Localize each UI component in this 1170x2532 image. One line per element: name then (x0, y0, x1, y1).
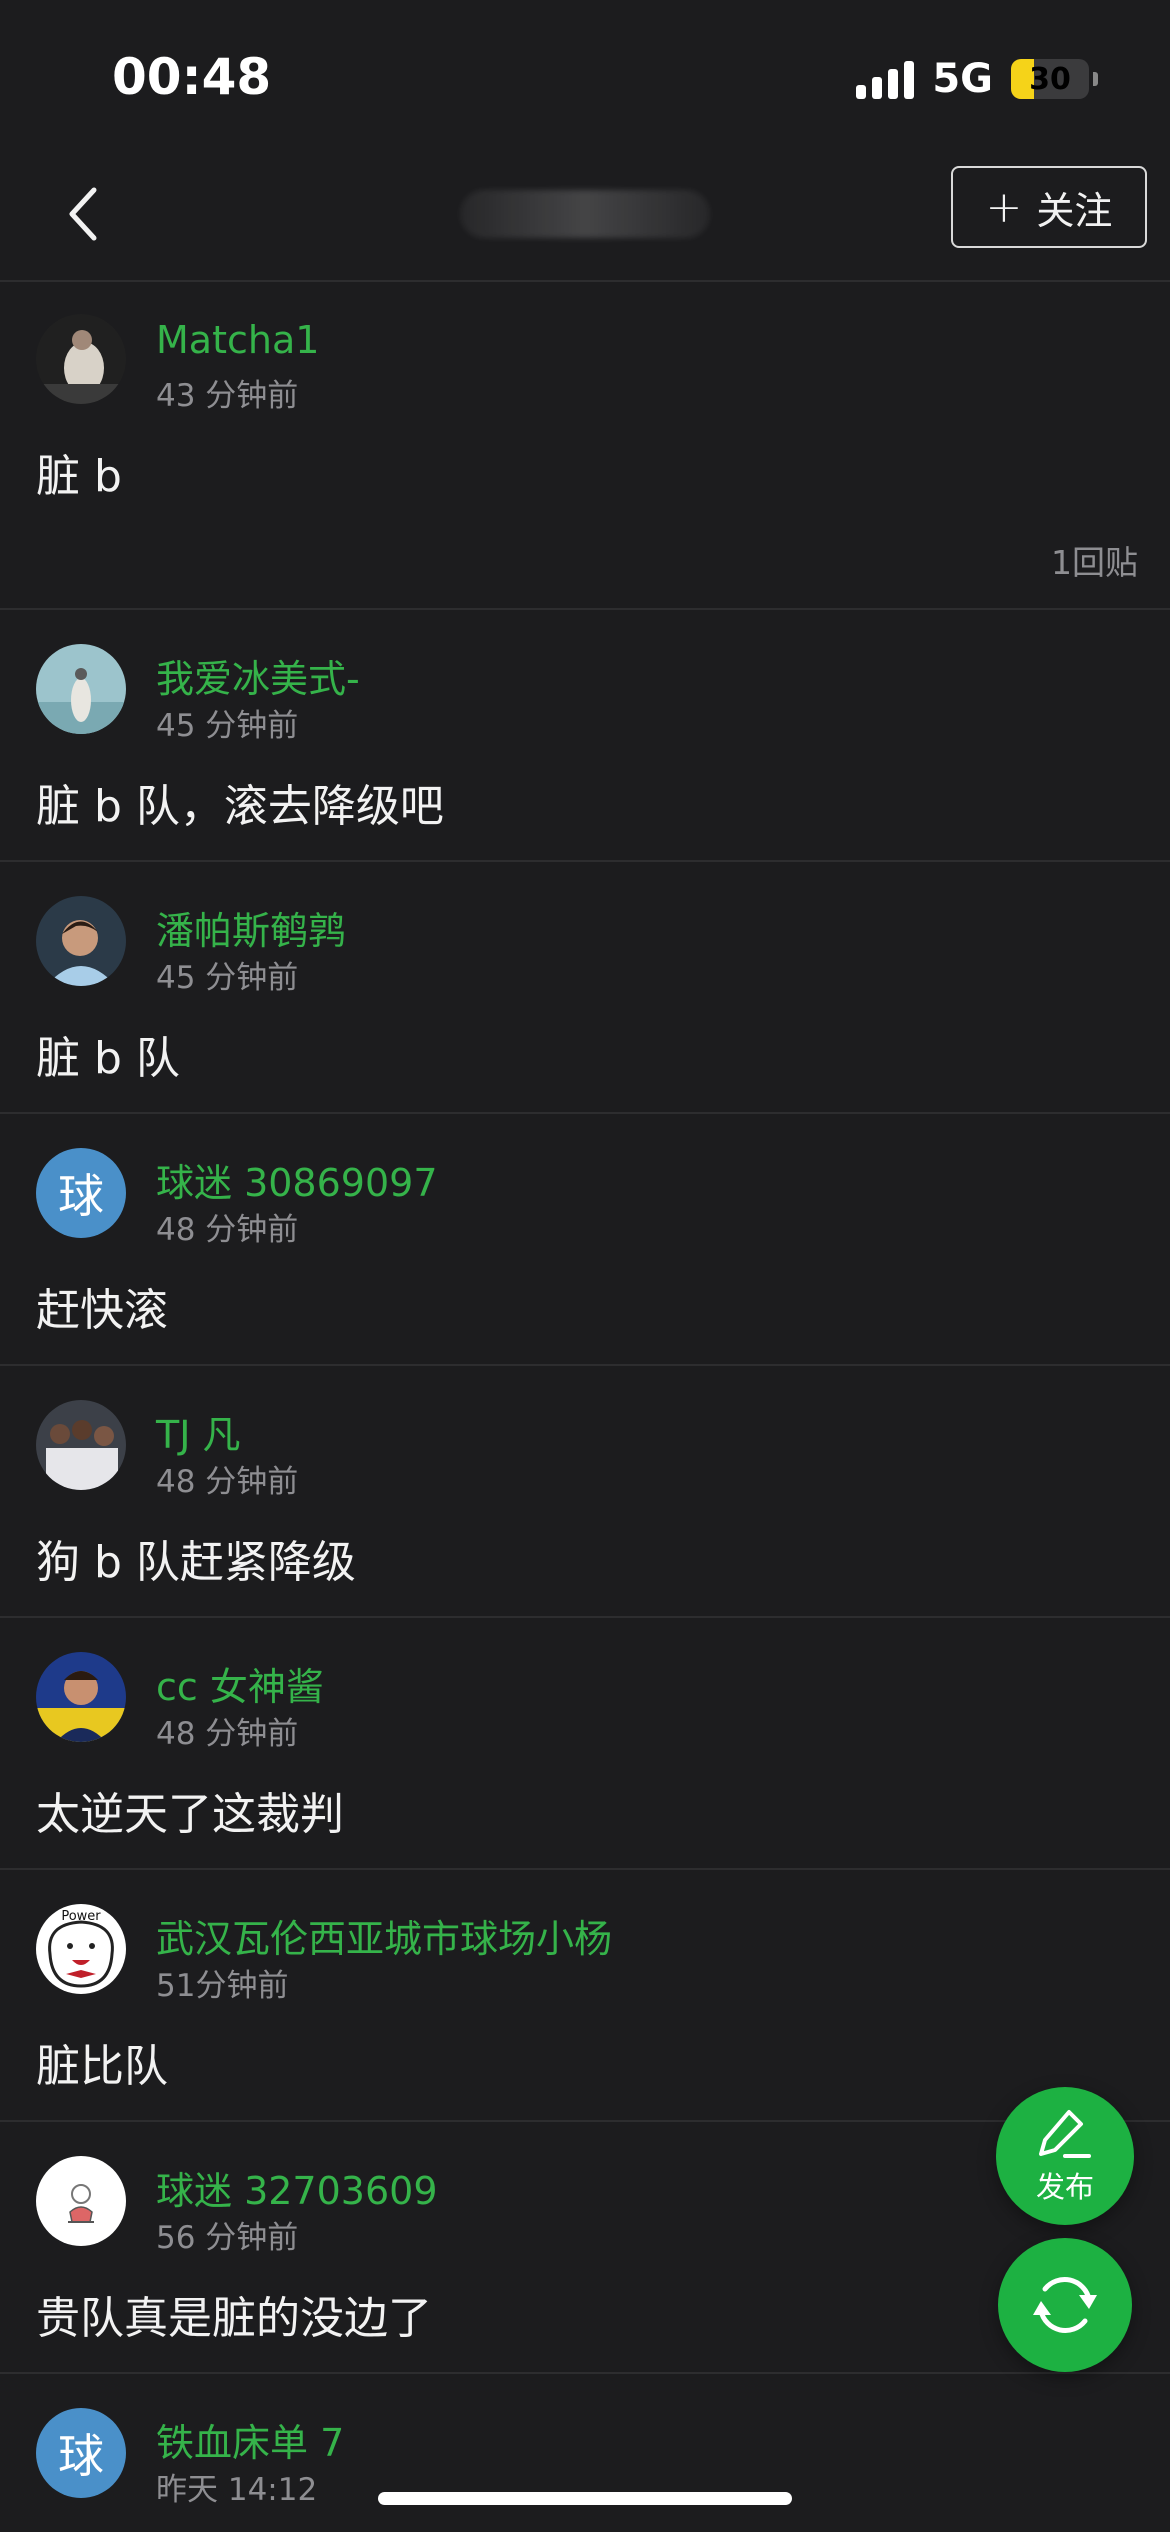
comment-text: 脏比队 (36, 2041, 168, 2092)
post-time: 昨天 14:12 (156, 2472, 318, 2508)
comment-item[interactable]: 潘帕斯鹌鹑 45 分钟前 脏 b 队 (0, 862, 1170, 1114)
chevron-left-icon (69, 187, 97, 241)
username[interactable]: 球迷 30869097 (156, 1152, 438, 1207)
comment-item[interactable]: Matcha1 43 分钟前 脏 b 1回贴 (0, 280, 1170, 610)
avatar-cartoon-icon: Power (36, 1904, 126, 1994)
avatar-photo-icon (36, 1400, 126, 1490)
network-type: 5G (932, 56, 993, 102)
refresh-icon (1033, 2277, 1097, 2333)
comment-item[interactable]: cc 女神酱 48 分钟前 太逆天了这裁判 (0, 1618, 1170, 1870)
avatar[interactable] (36, 1400, 126, 1490)
comment-item[interactable]: 球 球迷 30869097 48 分钟前 赶快滚 (0, 1114, 1170, 1366)
post-time: 48 分钟前 (156, 1716, 299, 1752)
back-button[interactable] (44, 174, 124, 254)
post-time: 45 分钟前 (156, 960, 299, 996)
username[interactable]: Matcha1 (156, 318, 319, 362)
avatar[interactable]: 球 (36, 1148, 126, 1238)
post-time: 43 分钟前 (156, 378, 299, 414)
status-indicators: 5G 30 (856, 56, 1098, 102)
username[interactable]: cc 女神酱 (156, 1656, 324, 1711)
avatar[interactable] (36, 896, 126, 986)
follow-button[interactable]: + 关注 (951, 166, 1147, 248)
avatar[interactable] (36, 644, 126, 734)
avatar[interactable] (36, 314, 126, 404)
avatar-photo-icon (36, 1652, 126, 1742)
username[interactable]: TJ 凡 (156, 1404, 241, 1459)
battery-nub (1093, 72, 1098, 86)
post-time: 51分钟前 (156, 1968, 289, 2004)
publish-label: 发布 (1035, 2170, 1094, 2204)
avatar-initial: 球 (36, 2408, 126, 2498)
avatar-initial: 球 (36, 1148, 126, 1238)
home-indicator[interactable] (378, 2492, 792, 2505)
post-time: 56 分钟前 (156, 2220, 299, 2256)
avatar-photo-icon (36, 314, 126, 404)
comment-item[interactable]: Power 武汉瓦伦西亚城市球场小杨 51分钟前 脏比队 (0, 1870, 1170, 2122)
follow-label: 关注 (1036, 188, 1113, 233)
comment-item[interactable]: 球 铁血床单 7 昨天 14:12 (0, 2374, 1170, 2532)
avatar-photo-icon (36, 896, 126, 986)
avatar[interactable]: 球 (36, 2408, 126, 2498)
reply-count[interactable]: 1回贴 (1051, 536, 1138, 584)
avatar[interactable]: Power (36, 1904, 126, 1994)
username[interactable]: 球迷 32703609 (156, 2160, 438, 2215)
avatar[interactable] (36, 1652, 126, 1742)
comment-text: 赶快滚 (36, 1285, 168, 1336)
username[interactable]: 铁血床单 7 (156, 2412, 344, 2467)
comment-item[interactable]: 球迷 32703609 56 分钟前 贵队真是脏的没边了 (0, 2122, 1170, 2374)
comment-text: 狗 b 队赶紧降级 (36, 1537, 356, 1588)
post-time: 48 分钟前 (156, 1464, 299, 1500)
battery-icon: 30 (1011, 59, 1089, 99)
avatar[interactable] (36, 2156, 126, 2246)
post-time: 45 分钟前 (156, 708, 299, 744)
comment-text: 脏 b 队，滚去降级吧 (36, 781, 444, 832)
publish-button[interactable]: 发布 (996, 2087, 1134, 2225)
username[interactable]: 潘帕斯鹌鹑 (156, 900, 346, 955)
avatar-cartoon-icon (36, 2156, 126, 2246)
comment-text: 脏 b 队 (36, 1033, 180, 1084)
comment-text: 太逆天了这裁判 (36, 1789, 344, 1840)
page-title-blurred (460, 190, 710, 238)
refresh-button[interactable] (998, 2238, 1132, 2372)
avatar-photo-icon (36, 644, 126, 734)
avatar-logo-text: Power (61, 1909, 101, 1924)
plus-icon: + (985, 181, 1023, 233)
cellular-signal-icon (856, 59, 915, 99)
comment-item[interactable]: 我爱冰美式- 45 分钟前 脏 b 队，滚去降级吧 (0, 610, 1170, 862)
comment-text: 脏 b (36, 451, 122, 502)
username[interactable]: 武汉瓦伦西亚城市球场小杨 (156, 1908, 612, 1963)
battery-percent: 30 (1029, 61, 1071, 97)
comment-text: 贵队真是脏的没边了 (36, 2293, 432, 2344)
edit-pencil-icon (1039, 2110, 1091, 2158)
username[interactable]: 我爱冰美式- (156, 648, 360, 703)
nav-bar: + 关注 (0, 150, 1170, 282)
status-time: 00:48 (112, 48, 272, 106)
comment-item[interactable]: TJ 凡 48 分钟前 狗 b 队赶紧降级 (0, 1366, 1170, 1618)
status-bar: 00:48 5G 30 (0, 0, 1170, 150)
post-time: 48 分钟前 (156, 1212, 299, 1248)
